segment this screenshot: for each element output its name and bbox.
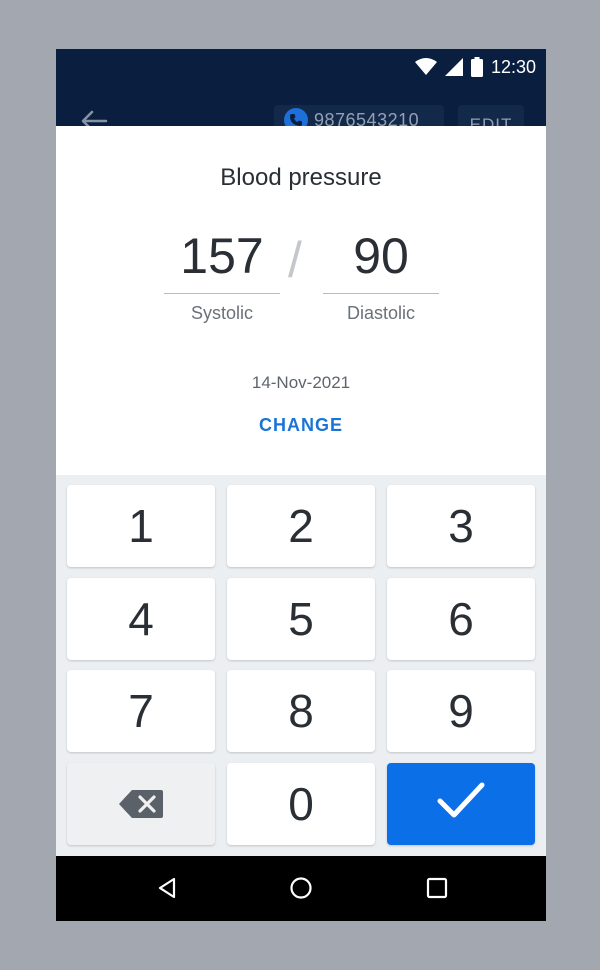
dialog-title: Blood pressure	[220, 164, 382, 191]
nav-home-icon[interactable]	[289, 876, 313, 900]
key-1[interactable]: 1	[67, 485, 215, 567]
change-date-button[interactable]: CHANGE	[245, 410, 357, 440]
system-nav-bar	[56, 856, 546, 921]
diastolic-value: 90	[353, 228, 409, 284]
app-bar: 9876543210 EDIT	[56, 101, 546, 132]
phone-screen: 12:30 9876543210 EDIT Blood pressure 157…	[56, 49, 546, 921]
key-8[interactable]: 8	[227, 670, 375, 752]
key-5[interactable]: 5	[227, 578, 375, 660]
systolic-label: Systolic	[190, 303, 253, 323]
measurement-date: 14-Nov-2021	[251, 373, 351, 392]
key-4[interactable]: 4	[67, 578, 215, 660]
backspace-icon	[118, 777, 164, 831]
diastolic-underline	[323, 293, 439, 294]
blood-pressure-sheet: Blood pressure 157 / 90 Systolic Diastol…	[56, 126, 546, 475]
signal-icon	[444, 58, 463, 76]
separator-slash: /	[288, 232, 302, 288]
confirm-button[interactable]	[387, 763, 535, 845]
systolic-input[interactable]: 157	[164, 224, 280, 294]
nav-recents-icon[interactable]	[425, 876, 449, 900]
systolic-underline	[164, 293, 280, 294]
diastolic-label: Diastolic	[346, 303, 416, 323]
numeric-keypad: 1 2 3 4 5 6 7 8 9 0	[67, 485, 536, 845]
key-7[interactable]: 7	[67, 670, 215, 752]
key-2[interactable]: 2	[227, 485, 375, 567]
nav-back-icon[interactable]	[155, 876, 179, 900]
diastolic-input[interactable]: 90	[323, 224, 439, 294]
status-bar: 12:30	[414, 55, 536, 79]
key-0[interactable]: 0	[227, 763, 375, 845]
key-6[interactable]: 6	[387, 578, 535, 660]
wifi-icon	[414, 58, 437, 76]
status-time: 12:30	[490, 56, 536, 77]
checkmark-icon	[436, 777, 486, 831]
backspace-button[interactable]	[67, 763, 215, 845]
top-bar: 12:30 9876543210 EDIT	[56, 49, 546, 132]
systolic-value: 157	[180, 228, 264, 284]
battery-icon	[470, 57, 483, 77]
key-9[interactable]: 9	[387, 670, 535, 752]
key-3[interactable]: 3	[387, 485, 535, 567]
